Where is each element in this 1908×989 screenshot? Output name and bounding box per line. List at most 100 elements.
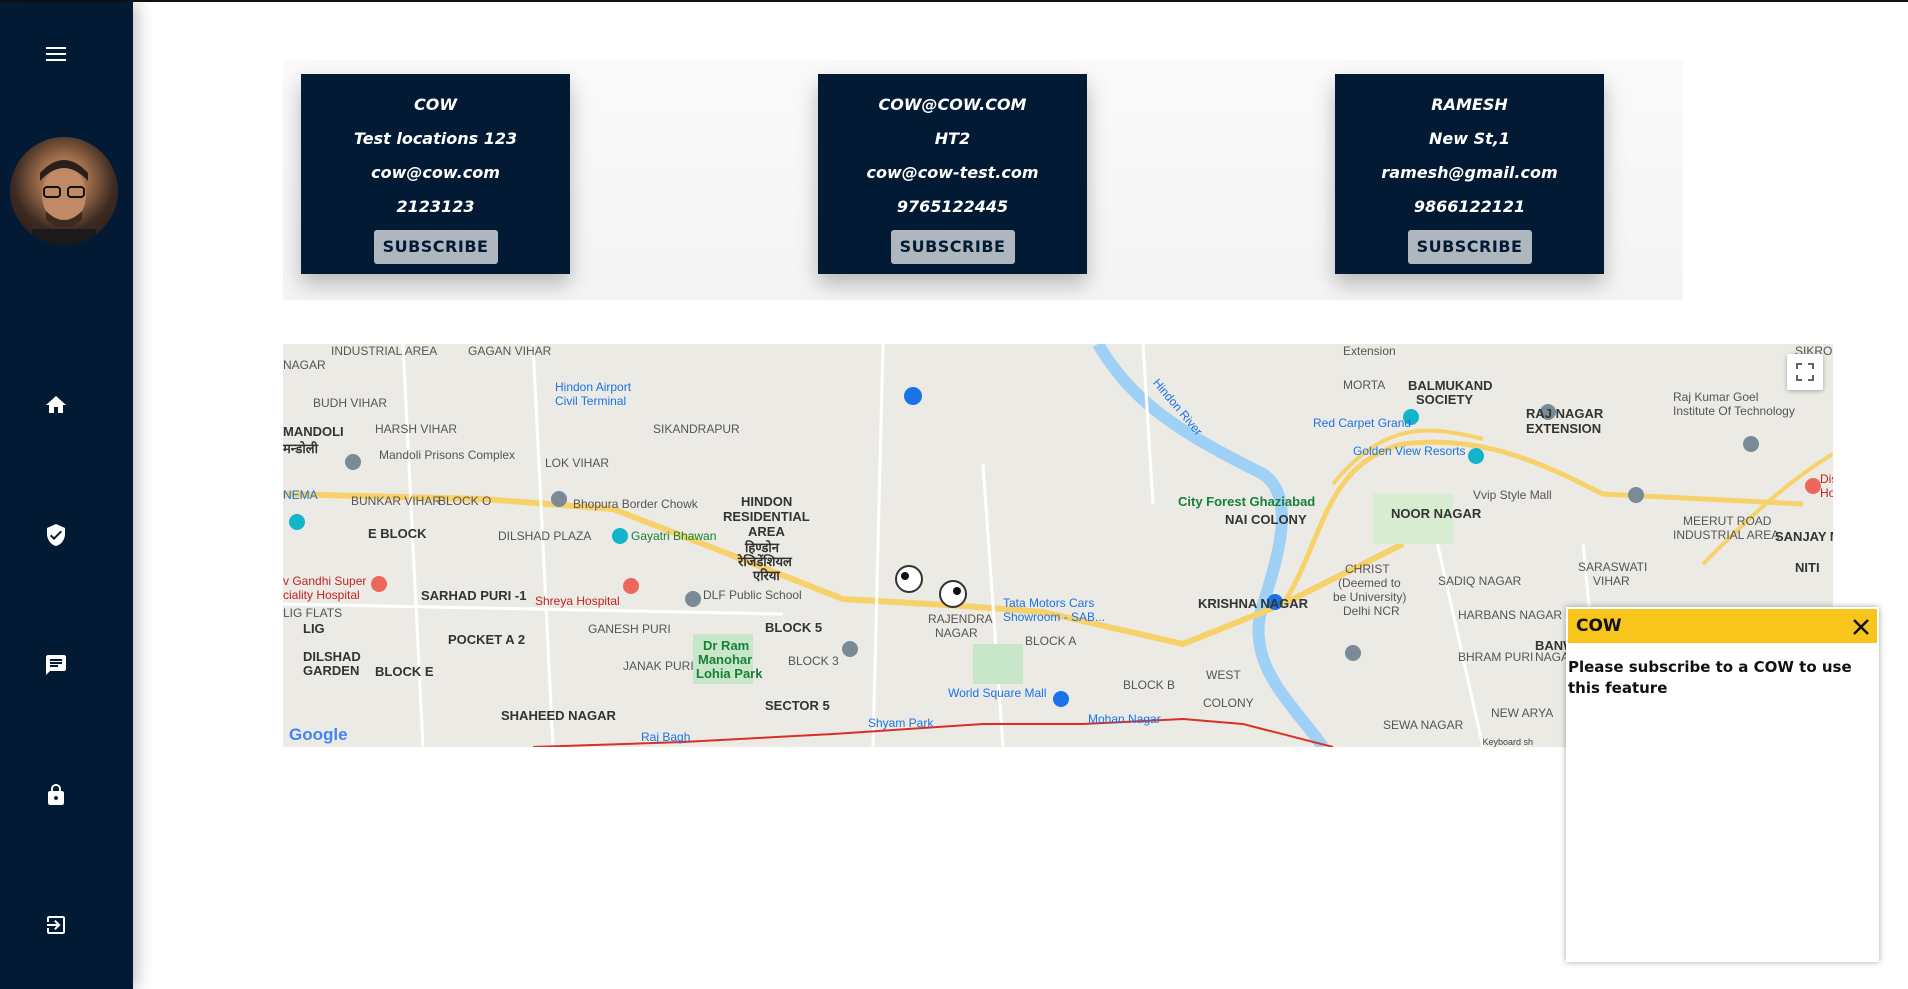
popup-header: COW [1568, 609, 1877, 643]
lock-icon[interactable] [44, 783, 68, 807]
cow-card: COW Test locations 123 cow@cow.com 21231… [301, 74, 570, 274]
map-label: BLOCK A [1025, 634, 1077, 648]
home-icon[interactable] [44, 393, 68, 417]
map-label: SARASWATI [1578, 560, 1648, 574]
map-label: मन्डोली [283, 441, 318, 456]
card-location: New St,1 [1429, 129, 1510, 148]
map-label: BLOCK O [438, 494, 492, 508]
map-label: Raj Bagh [641, 730, 691, 744]
map-label: Mandoli Prisons Complex [379, 448, 516, 462]
map-label: Dr Ram [703, 638, 750, 653]
map-label: NAGAR [935, 626, 978, 640]
map-label: SEWA NAGAR [1383, 718, 1464, 732]
message-icon[interactable] [44, 653, 68, 677]
map-label: Bhopura Border Chowk [573, 497, 698, 511]
map-label: KRISHNA NAGAR [1198, 596, 1309, 611]
map-label: LIG [303, 621, 325, 636]
map-label: Tata Motors Cars [1003, 596, 1095, 610]
map-label: Raj Kumar Goel [1673, 390, 1759, 404]
map-label: Golden View Resorts [1353, 444, 1466, 458]
card-location: HT2 [934, 129, 971, 148]
subscribe-button[interactable]: SUBSCRIBE [373, 230, 498, 264]
map-label: v Gandhi Super [283, 574, 367, 588]
map-label: NAGAR [283, 358, 326, 372]
map-label: NAI COLONY [1225, 512, 1307, 527]
card-name: COW@COW.COM [878, 95, 1027, 114]
map-label: Institute Of Technology [1673, 404, 1795, 418]
map-label: World Square Mall [948, 686, 1047, 700]
map-label: Civil Terminal [555, 394, 627, 408]
map-label: Shreya Hospital [535, 594, 620, 608]
map-label: BALMUKAND [1408, 378, 1493, 393]
map-label: MORTA [1343, 378, 1386, 392]
map-label: SHAHEED NAGAR [501, 708, 616, 723]
close-icon[interactable] [1851, 617, 1871, 637]
map-label: AREA [748, 524, 785, 539]
cow-card: RAMESH New St,1 ramesh@gmail.com 9866122… [1335, 74, 1604, 274]
map-label: SADIQ NAGAR [1438, 574, 1522, 588]
map-label: POCKET A 2 [448, 632, 526, 647]
map-label: Gayatri Bhawan [631, 529, 717, 543]
map-label: NEW ARYA [1491, 706, 1554, 720]
fullscreen-button[interactable] [1787, 354, 1823, 390]
map-label: Red Carpet Grand [1313, 416, 1412, 430]
map-label: INDUSTRIAL AREA [331, 344, 438, 358]
map-label: Vvip Style Mall [1473, 488, 1552, 502]
map-label: E BLOCK [368, 526, 427, 541]
map-label: BLOCK 5 [765, 620, 823, 635]
card-email: cow@cow-test.com [866, 163, 1039, 182]
map-label: CHRIST [1345, 562, 1390, 576]
map-label: EXTENSION [1526, 421, 1602, 436]
keyboard-shortcuts-link[interactable]: Keyboard sh [1482, 737, 1533, 747]
map-label: Shyam Park [868, 716, 934, 730]
map-label: BLOCK 3 [788, 654, 839, 668]
map-label: City Forest Ghaziabad [1178, 494, 1316, 509]
map-label: SARHAD PURI -1 [421, 588, 527, 603]
map-label: NITI [1795, 560, 1820, 575]
map-label: BHRAM PURI [1458, 650, 1534, 664]
hamburger-menu-icon[interactable] [44, 42, 68, 66]
subscribe-button[interactable]: SUBSCRIBE [1407, 230, 1532, 264]
map-label: COLONY [1203, 696, 1254, 710]
map-label: LOK VIHAR [545, 456, 610, 470]
map-label: Ho [1820, 486, 1833, 500]
map-label: HARSH VIHAR [375, 422, 458, 436]
card-email: ramesh@gmail.com [1381, 163, 1558, 182]
map-label: एरिया [753, 568, 780, 583]
map-label: GARDEN [303, 663, 360, 678]
map-label: MEERUT ROAD [1683, 514, 1772, 528]
popup-title: COW [1576, 616, 1622, 636]
card-phone: 9765122445 [896, 197, 1009, 216]
map-label: BUDH VIHAR [313, 396, 388, 410]
subscribe-button[interactable]: SUBSCRIBE [890, 230, 1015, 264]
map-label: DILSHAD [303, 649, 361, 664]
map-label: MANDOLI [283, 424, 344, 439]
map-label: JANAK PURI [623, 659, 694, 673]
map-label: Manohar [698, 652, 753, 667]
logout-icon[interactable] [44, 913, 68, 937]
map-label: be University) [1333, 590, 1407, 604]
map-label: BLOCK B [1123, 678, 1176, 692]
card-name: COW [414, 95, 457, 114]
map-label: GANESH PURI [588, 622, 671, 636]
map-label: Dis [1820, 472, 1833, 486]
map-label: Delhi NCR [1343, 604, 1400, 618]
map-label: HINDON [741, 494, 793, 509]
map-label: LIG FLATS [283, 606, 343, 620]
google-logo-text: Google [289, 725, 348, 744]
map-label: RAJ NAGAR [1526, 406, 1604, 421]
map-label: GAGAN VIHAR [468, 344, 552, 358]
map-label: SECTOR 5 [765, 698, 830, 713]
map-label: DLF Public School [703, 588, 802, 602]
map-label: BUNKAR VIHAR [351, 494, 442, 508]
map-label: Showroom - SAB... [1003, 610, 1106, 624]
popup-message: Please subscribe to a COW to use this fe… [1568, 658, 1852, 697]
card-phone: 9866122121 [1413, 197, 1526, 216]
map-label: SANJAY N [1775, 529, 1833, 544]
map-label: BLOCK E [375, 664, 434, 679]
shield-check-icon[interactable] [44, 523, 68, 547]
avatar[interactable] [10, 137, 118, 245]
map-label: Lohia Park [696, 666, 763, 681]
map-label: (Deemed to [1338, 576, 1401, 590]
google-logo: Google [289, 725, 348, 745]
